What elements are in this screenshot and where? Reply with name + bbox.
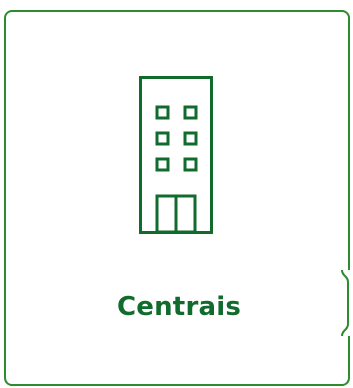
centrais-card[interactable]: Centrais xyxy=(4,10,350,386)
building-icon xyxy=(139,76,213,234)
card-label: Centrais xyxy=(116,292,241,322)
